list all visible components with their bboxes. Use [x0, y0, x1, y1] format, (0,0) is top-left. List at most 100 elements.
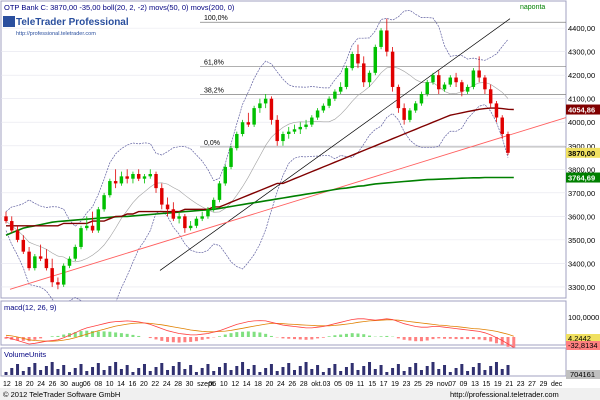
macd-histogram-bar: [258, 332, 262, 337]
candle-body: [27, 251, 31, 269]
volume-bar: [33, 363, 37, 375]
candle-body: [425, 82, 429, 94]
volume-bar: [194, 372, 198, 375]
candle-body: [56, 282, 60, 285]
candle-body: [50, 268, 54, 283]
volume-bar: [362, 366, 366, 375]
macd-histogram-bar: [183, 337, 187, 343]
candle-body: [160, 188, 164, 205]
volume-bar: [212, 371, 216, 375]
macd-histogram-bar: [166, 337, 170, 342]
candle-body: [315, 110, 320, 118]
macd-histogram-bar: [333, 335, 337, 337]
macd-histogram-bar: [229, 333, 233, 337]
date-tick-label: 19: [494, 381, 502, 388]
candle-body: [362, 63, 366, 83]
volume-bar: [269, 364, 273, 375]
date-tick-label: 09: [460, 381, 468, 388]
date-tick-label: 09: [346, 381, 354, 388]
candle-body: [419, 94, 424, 104]
volume-bar: [281, 367, 285, 375]
date-tick-label: 13: [471, 381, 479, 388]
date-tick-label: 24: [163, 381, 171, 388]
fib-level-label: 100,0%: [204, 15, 228, 22]
date-tick-label: 26: [288, 381, 296, 388]
macd-histogram-bar: [368, 335, 372, 337]
candle-body: [4, 216, 8, 222]
date-tick-label: 14: [117, 381, 125, 388]
volume-bar: [177, 362, 181, 375]
date-tick-label: 11: [357, 381, 364, 388]
macd-histogram-bar: [200, 337, 204, 340]
date-tick-label: 10: [106, 381, 114, 388]
candle-body: [10, 221, 14, 231]
period-label: napontа: [520, 4, 545, 11]
chart-window: 100,0% 61,8% 38,2% 0,0% 4400,00 4300,00 4200,…: [0, 0, 600, 400]
candle-body: [333, 91, 337, 99]
date-tick-label: 27: [528, 381, 536, 388]
volume-bar: [44, 366, 48, 375]
volume-bar: [50, 362, 54, 375]
date-tick-label: 10: [220, 381, 228, 388]
logo-mark-icon: [3, 16, 15, 27]
volume-bar: [16, 364, 20, 375]
macd-histogram-bar: [466, 337, 470, 340]
volume-bar: [85, 371, 89, 375]
macd-histogram-bar: [56, 335, 60, 337]
candle-body: [108, 181, 112, 196]
macd-histogram-bar: [385, 335, 389, 337]
candle-body: [15, 230, 20, 240]
candle-body: [61, 265, 66, 285]
volume-bar: [298, 366, 302, 375]
volume-bar: [119, 369, 123, 375]
candle-body: [281, 134, 285, 142]
fib-level-label: 0,0%: [204, 140, 220, 147]
volume-bar: [333, 364, 337, 375]
volume-bar: [287, 363, 291, 375]
macd-histogram-bar: [310, 337, 314, 340]
volume-bar: [189, 365, 193, 375]
volume-bar: [200, 368, 204, 375]
price-tick-label: 3300,00: [568, 283, 595, 292]
volume-bar: [166, 370, 170, 375]
macd-histogram-bar: [50, 336, 54, 337]
candle-body: [448, 77, 453, 85]
candle-body: [206, 209, 210, 217]
volume-bar: [229, 370, 233, 375]
macd-histogram-bar: [114, 332, 118, 337]
candle-body: [246, 122, 251, 125]
macd-histogram-bar: [102, 331, 106, 337]
candle-body: [373, 46, 378, 73]
candle-body: [500, 117, 504, 134]
candle-body: [113, 181, 118, 184]
volume-bar: [471, 367, 475, 375]
candle-body: [494, 103, 499, 118]
candle-body: [413, 103, 418, 111]
date-tick-label: 26: [49, 381, 57, 388]
ma200-price-tag-text: 3764,69: [568, 174, 595, 183]
macd-histogram-bar: [362, 334, 366, 337]
candle-body: [390, 51, 395, 87]
date-tick-label: 30: [186, 381, 194, 388]
candle-body: [211, 199, 216, 210]
volume-bar: [246, 369, 250, 375]
logo-brand: TeleTrader Professional: [16, 17, 129, 28]
macd-histogram-bar: [108, 331, 112, 337]
candle-body: [275, 119, 279, 142]
macd-histogram-bar: [241, 331, 245, 337]
macd-histogram-bar: [62, 334, 66, 337]
volume-bar: [108, 366, 112, 375]
volume-bar: [4, 372, 8, 375]
volume-bar: [419, 370, 423, 375]
macd-histogram-bar: [298, 337, 302, 340]
date-tick-label: 18: [14, 381, 22, 388]
volume-bar: [39, 370, 43, 375]
volume-bar: [304, 362, 308, 375]
volume-bar: [396, 364, 400, 375]
ma50-price-tag-text: 4054,86: [568, 106, 595, 115]
macd-histogram-bar: [339, 334, 343, 337]
candle-body: [431, 75, 435, 83]
volume-bar: [408, 367, 412, 375]
volume-bar: [264, 368, 268, 375]
macd-histogram-bar: [460, 337, 464, 340]
